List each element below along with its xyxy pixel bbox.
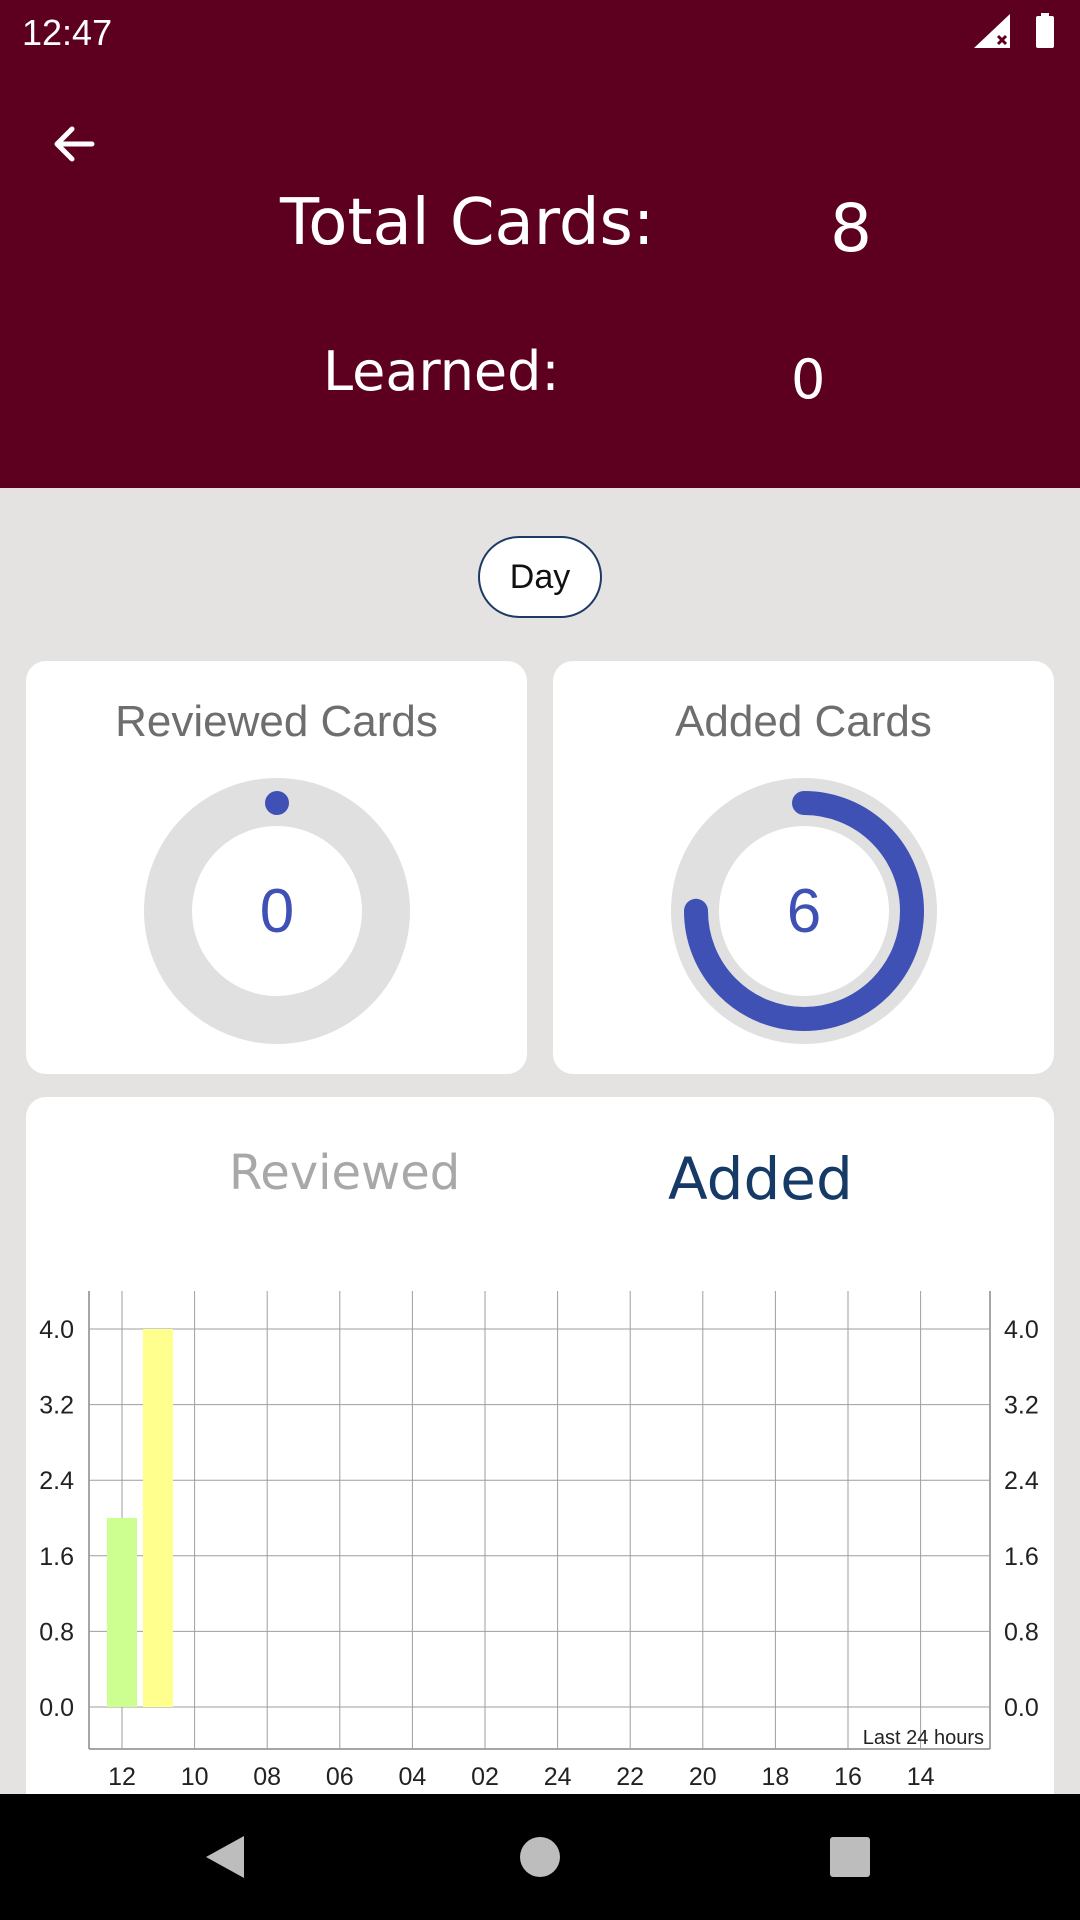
status-bar: 12:47 (0, 0, 1080, 64)
y-tick-label-left: 3.2 (39, 1392, 74, 1420)
square-recents-icon (830, 1837, 870, 1877)
added-cards-card: Added Cards 6 (553, 661, 1054, 1074)
y-tick-label-left: 2.4 (39, 1467, 74, 1495)
signal-icon (974, 14, 1010, 48)
status-time: 12:47 (22, 12, 113, 53)
status-icons (970, 12, 1060, 52)
added-cards-count: 6 (786, 876, 822, 946)
arrow-back-icon (54, 126, 95, 162)
x-tick-label: 16 (834, 1763, 862, 1791)
navigation-bar (0, 1794, 1080, 1920)
x-tick-label: 22 (616, 1763, 644, 1791)
learned-value: 0 (791, 348, 826, 411)
x-tick-label: 20 (689, 1763, 717, 1791)
x-tick-label: 24 (544, 1763, 572, 1791)
chart-bar (142, 1329, 173, 1707)
chart-bar (107, 1518, 137, 1707)
triangle-back-icon (206, 1836, 244, 1878)
reviewed-cards-title: Reviewed Cards (115, 697, 438, 746)
circle-home-icon (520, 1837, 560, 1877)
period-day-button[interactable]: Day (478, 536, 602, 618)
reviewed-cards-card: Reviewed Cards 0 (26, 661, 527, 1074)
y-tick-label-left: 4.0 (39, 1316, 74, 1344)
x-tick-label: 04 (398, 1763, 426, 1791)
added-cards-bar-chart: 4.0 4.0 3.2 3.2 2.4 2.4 1.6 1.6 0.8 0.8 0.0 0.0 12 10… (39, 1291, 1039, 1791)
y-tick-label-right: 0.8 (1004, 1618, 1039, 1646)
stats-header: Total Cards: 8 Learned: 0 (0, 64, 1080, 488)
x-tick-label: 02 (471, 1763, 499, 1791)
y-tick-label-left: 0.0 (39, 1694, 74, 1722)
battery-icon (1036, 13, 1054, 48)
total-cards-value: 8 (830, 190, 872, 267)
x-tick-label: 10 (181, 1763, 209, 1791)
x-tick-label: 08 (253, 1763, 281, 1791)
chart-annotation: Last 24 hours (863, 1727, 984, 1749)
nav-home-button[interactable] (507, 1824, 573, 1890)
y-tick-label-right: 1.6 (1004, 1543, 1039, 1571)
added-cards-title: Added Cards (675, 697, 932, 746)
reviewed-cards-count: 0 (259, 876, 295, 946)
nav-recents-button[interactable] (817, 1824, 883, 1890)
total-cards-label: Total Cards: (280, 186, 655, 260)
y-tick-label-left: 0.8 (39, 1618, 74, 1646)
x-tick-label: 12 (108, 1763, 136, 1791)
y-tick-label-right: 0.0 (1004, 1694, 1039, 1722)
y-tick-label-right: 4.0 (1004, 1316, 1039, 1344)
y-tick-label-right: 3.2 (1004, 1392, 1039, 1420)
x-tick-label: 18 (761, 1763, 789, 1791)
x-tick-label: 14 (907, 1763, 935, 1791)
y-tick-label-left: 1.6 (39, 1543, 74, 1571)
learned-label: Learned: (323, 340, 560, 403)
y-tick-label-right: 2.4 (1004, 1467, 1039, 1495)
back-button[interactable] (40, 110, 108, 178)
x-tick-label: 06 (326, 1763, 354, 1791)
nav-back-button[interactable] (192, 1824, 258, 1890)
